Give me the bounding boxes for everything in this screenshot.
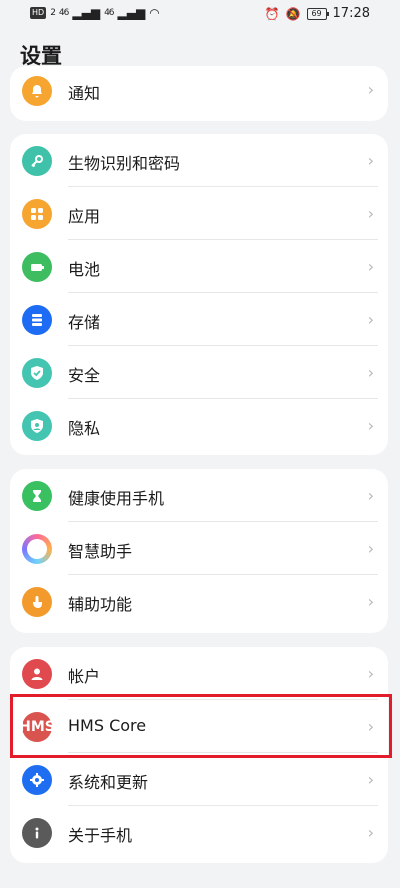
- chevron-right-icon: ›: [367, 151, 374, 170]
- settings-item-digital-balance[interactable]: 健康使用手机 ›: [10, 469, 388, 522]
- account-icon: [22, 659, 52, 689]
- assistant-ring-inner: [27, 539, 47, 559]
- chevron-right-icon: ›: [367, 204, 374, 223]
- signal-bars-icon: ▂▄▆: [72, 6, 101, 20]
- settings-item-account[interactable]: 帐户 ›: [10, 647, 388, 700]
- settings-group-assist: 健康使用手机 › 智慧助手 › 辅助功能 ›: [10, 469, 388, 633]
- status-right: ⏰ 🔕 69 17:28: [265, 6, 370, 21]
- settings-item-security[interactable]: 安全 ›: [10, 346, 388, 399]
- chevron-right-icon: ›: [367, 592, 374, 611]
- settings-item-label: 系统和更新: [68, 773, 149, 792]
- chevron-right-icon: ›: [367, 539, 374, 558]
- status-left: HD 2 46 ▂▄▆ 46 ▂▄▆ ◠: [30, 6, 160, 20]
- settings-item-label: 辅助功能: [68, 595, 133, 614]
- chevron-right-icon: ›: [367, 717, 374, 736]
- storage-icon: [22, 305, 52, 335]
- hms-core-icon: HMS: [19, 712, 55, 742]
- battery-icon: 69: [306, 7, 329, 20]
- settings-item-label: 关于手机: [68, 826, 133, 845]
- settings-item-system-update[interactable]: 系统和更新 ›: [10, 753, 388, 806]
- settings-item-label: 隐私: [68, 419, 101, 438]
- mute-icon: 🔕: [285, 6, 301, 21]
- settings-item-label: 智慧助手: [68, 542, 133, 561]
- status-bar: HD 2 46 ▂▄▆ 46 ▂▄▆ ◠ ⏰ 🔕 69 17:28: [0, 0, 400, 28]
- signal-2-icon: 46: [104, 8, 115, 18]
- hand-icon: [22, 587, 52, 617]
- sim-index: 2: [50, 8, 56, 18]
- chevron-right-icon: ›: [367, 257, 374, 276]
- signal-bars-2-icon: ▂▄▆: [117, 6, 146, 20]
- alarm-icon: ⏰: [264, 6, 280, 21]
- settings-item-hms-core[interactable]: HMS HMS Core ›: [10, 700, 388, 753]
- signal-1-icon: 46: [58, 8, 70, 18]
- settings-item-notifications[interactable]: 通知 ›: [10, 66, 388, 119]
- settings-item-label: 帐户: [68, 667, 101, 686]
- apps-grid-icon: [22, 199, 52, 229]
- settings-item-label: 通知: [68, 84, 101, 103]
- assistant-ring-icon: [22, 534, 52, 564]
- settings-group-system: 帐户 › HMS HMS Core › 系统和更新 › 关于手机 ›: [10, 647, 388, 863]
- bell-icon: [22, 76, 52, 106]
- chevron-right-icon: ›: [367, 310, 374, 329]
- settings-item-label: 应用: [68, 207, 101, 226]
- key-icon: [22, 146, 52, 176]
- chevron-right-icon: ›: [367, 363, 374, 382]
- chevron-right-icon: ›: [367, 486, 374, 505]
- settings-item-label: 生物识别和密码: [68, 154, 181, 173]
- hd-badge: HD: [30, 7, 47, 19]
- battery-icon: [22, 252, 52, 282]
- settings-item-privacy[interactable]: 隐私 ›: [10, 399, 388, 452]
- chevron-right-icon: ›: [367, 80, 374, 99]
- settings-item-label: 健康使用手机: [68, 489, 165, 508]
- settings-item-accessibility[interactable]: 辅助功能 ›: [10, 575, 388, 628]
- chevron-right-icon: ›: [367, 823, 374, 842]
- privacy-user-icon: [22, 411, 52, 441]
- settings-item-label: HMS Core: [68, 716, 147, 735]
- wifi-icon: ◠: [149, 6, 160, 20]
- settings-item-about-phone[interactable]: 关于手机 ›: [10, 806, 388, 859]
- settings-item-battery[interactable]: 电池 ›: [10, 240, 388, 293]
- settings-item-label: 电池: [68, 260, 101, 279]
- shield-check-icon: [22, 358, 52, 388]
- chevron-right-icon: ›: [367, 664, 374, 683]
- settings-group-notifications: 通知 ›: [10, 66, 388, 121]
- settings-item-label: 安全: [68, 366, 101, 385]
- settings-item-apps[interactable]: 应用 ›: [10, 187, 388, 240]
- hourglass-icon: [22, 481, 52, 511]
- clock: 17:28: [332, 6, 370, 21]
- settings-item-label: 存储: [68, 313, 101, 332]
- settings-item-biometrics[interactable]: 生物识别和密码 ›: [10, 134, 388, 187]
- settings-item-storage[interactable]: 存储 ›: [10, 293, 388, 346]
- chevron-right-icon: ›: [367, 770, 374, 789]
- settings-group-security: 生物识别和密码 › 应用 › 电池 › 存储 › 安全 › 隐私 ›: [10, 134, 388, 455]
- info-icon: [22, 818, 52, 848]
- settings-gear-icon: [22, 765, 52, 795]
- settings-item-assistant[interactable]: 智慧助手 ›: [10, 522, 388, 575]
- chevron-right-icon: ›: [367, 416, 374, 435]
